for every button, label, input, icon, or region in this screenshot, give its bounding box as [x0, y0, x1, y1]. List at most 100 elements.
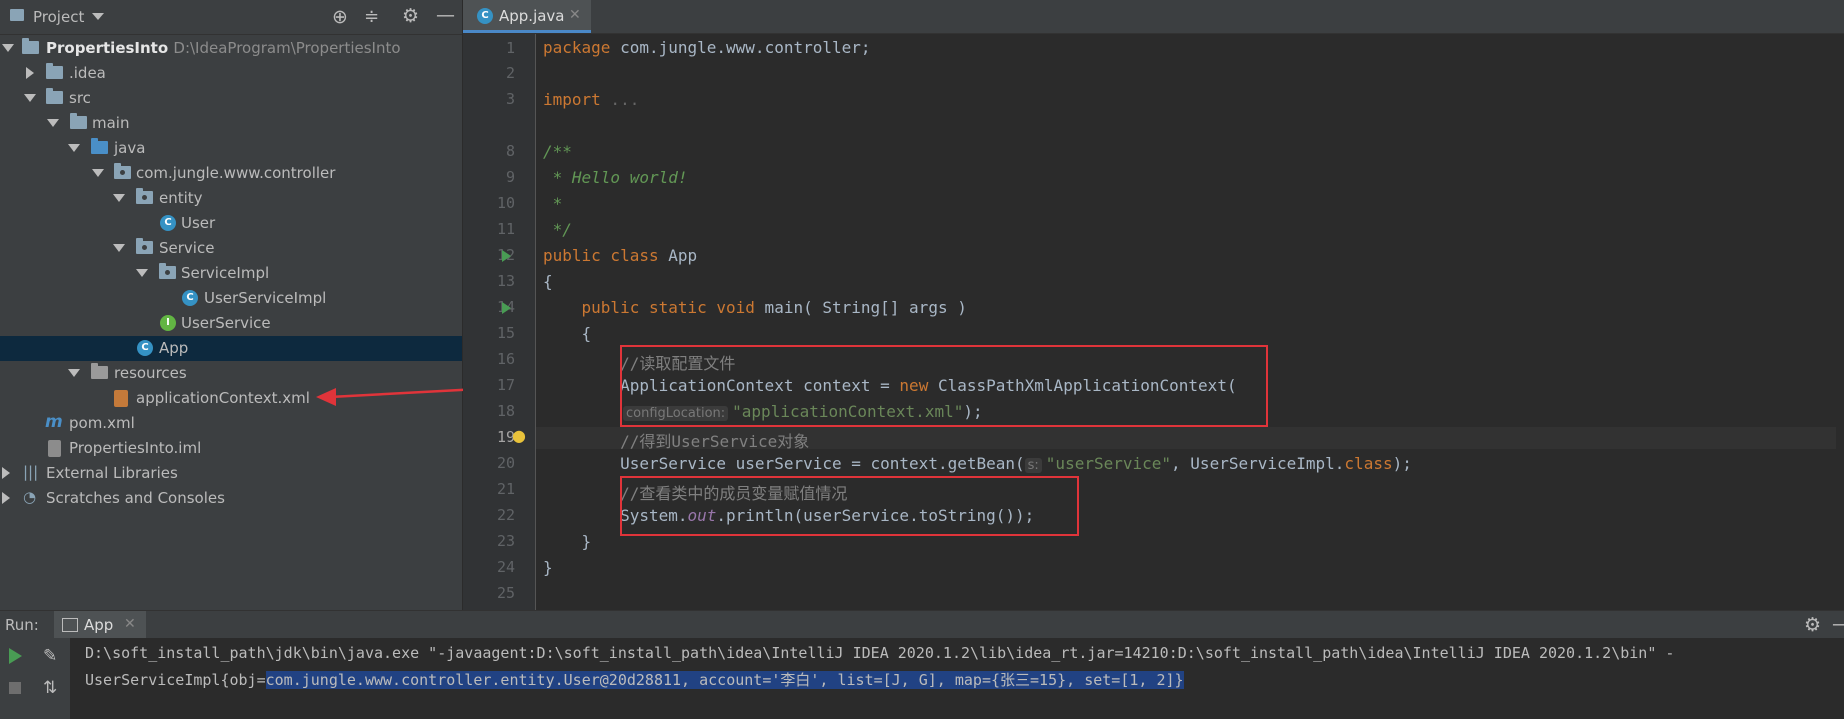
chevron-down-icon[interactable]	[92, 13, 104, 20]
console-line-1: D:\soft_install_path\jdk\bin\java.exe "-…	[85, 644, 1675, 662]
libraries-icon: |||	[23, 463, 39, 481]
class-icon: C	[182, 290, 198, 306]
expand-arrow-icon[interactable]	[47, 119, 59, 127]
tree-item-entity[interactable]: entity	[0, 186, 462, 211]
tree-item-userserviceimpl[interactable]: C UserServiceImpl	[0, 286, 462, 311]
code-line-12: public class App	[543, 246, 698, 265]
tree-item-pom[interactable]: m pom.xml	[0, 411, 462, 436]
code-line-19: //得到UserService对象	[543, 432, 810, 451]
gear-icon[interactable]: ⚙	[402, 5, 419, 27]
tab-label: App.java	[499, 7, 565, 25]
minimize-icon[interactable]: —	[436, 4, 455, 26]
runnable-class-icon: C	[137, 340, 153, 356]
expand-arrow-icon[interactable]	[68, 144, 80, 152]
code-line-11: */	[543, 220, 572, 239]
run-gutter-icon[interactable]	[502, 250, 511, 262]
line-number: 2	[505, 64, 515, 82]
collapse-all-icon[interactable]: ≑	[364, 6, 379, 27]
tree-item-userservice[interactable]: I UserService	[0, 311, 462, 336]
line-number: 1	[505, 39, 515, 57]
tree-item-app[interactable]: C App	[0, 336, 462, 361]
project-panel-title[interactable]: Project	[33, 8, 84, 26]
rerun-icon[interactable]	[9, 648, 22, 664]
tree-item-resources[interactable]: resources	[0, 361, 462, 386]
expand-arrow-icon[interactable]	[136, 269, 148, 277]
maven-icon: m	[45, 412, 63, 432]
source-folder-icon	[91, 138, 108, 154]
line-number: 16	[496, 350, 515, 368]
tree-item-label: pom.xml	[69, 414, 135, 432]
tree-item-label: main	[92, 114, 130, 132]
expand-arrow-icon[interactable]	[113, 244, 125, 252]
code-line-13: {	[543, 272, 553, 291]
tree-item-package[interactable]: com.jungle.www.controller	[0, 161, 462, 186]
line-number: 23	[496, 532, 515, 550]
project-folder-icon	[10, 9, 24, 21]
tree-item-label: .idea	[69, 64, 106, 82]
expand-arrow-icon[interactable]	[24, 94, 36, 102]
tree-item-label: com.jungle.www.controller	[136, 164, 336, 182]
tree-item-iml[interactable]: PropertiesInto.iml	[0, 436, 462, 461]
minimize-icon[interactable]: —	[1832, 613, 1844, 635]
tree-item-main[interactable]: main	[0, 111, 462, 136]
expand-arrow-icon[interactable]	[92, 169, 104, 177]
console-icon	[62, 618, 78, 632]
gear-icon[interactable]: ⚙	[1804, 614, 1821, 636]
module-file-icon	[48, 440, 61, 457]
tree-item-serviceimpl[interactable]: ServiceImpl	[0, 261, 462, 286]
line-number: 24	[496, 558, 515, 576]
tree-item-label: applicationContext.xml	[136, 389, 310, 407]
selected-text: com.jungle.www.controller.entity.User@20…	[265, 671, 1184, 689]
code-line-20: UserService userService = context.getBea…	[543, 454, 1412, 473]
line-number: 3	[505, 90, 515, 108]
tree-item-label: entity	[159, 189, 203, 207]
editor-tab-bar: C App.java ✕	[463, 0, 1844, 34]
line-number: 10	[496, 194, 515, 212]
tree-item-label: PropertiesInto	[46, 39, 169, 57]
run-tab-app[interactable]: App ✕	[54, 611, 146, 639]
tree-item-label: src	[69, 89, 91, 107]
stop-icon[interactable]	[9, 682, 21, 694]
tree-item-propertiesinto[interactable]: PropertiesInto D:\IdeaProgram\Properties…	[0, 36, 462, 61]
code-line-15: {	[543, 324, 592, 343]
sort-icon[interactable]: ⇅	[43, 678, 57, 698]
edit-config-icon[interactable]: ✎	[43, 646, 57, 666]
tree-item-external-libraries[interactable]: ||| External Libraries	[0, 461, 462, 486]
locate-icon[interactable]: ⊕	[332, 6, 348, 28]
project-panel: Project ⊕ ≑ ⚙ — PropertiesInto D:\IdeaPr…	[0, 0, 462, 610]
expand-arrow-icon[interactable]	[2, 492, 10, 504]
expand-arrow-icon[interactable]	[2, 467, 10, 479]
expand-arrow-icon[interactable]	[113, 194, 125, 202]
tree-item-scratches[interactable]: ◔ Scratches and Consoles	[0, 486, 462, 511]
resources-folder-icon	[91, 363, 108, 379]
close-icon[interactable]: ✕	[569, 7, 581, 23]
tree-item-label: java	[114, 139, 146, 157]
console-output[interactable]: D:\soft_install_path\jdk\bin\java.exe "-…	[0, 638, 1844, 719]
tree-item-user[interactable]: C User	[0, 211, 462, 236]
class-icon: C	[477, 8, 493, 24]
line-number: 15	[496, 324, 515, 342]
lightbulb-icon[interactable]: ●	[512, 426, 526, 445]
tree-item-label: resources	[114, 364, 187, 382]
folder-icon	[70, 113, 87, 129]
close-icon[interactable]: ✕	[124, 616, 136, 632]
line-number: 20	[496, 454, 515, 472]
expand-arrow-icon[interactable]	[68, 369, 80, 377]
line-number: 25	[496, 584, 515, 602]
tab-app-java[interactable]: C App.java ✕	[463, 0, 591, 33]
code-line-1: package com.jungle.www.controller;	[543, 38, 871, 57]
scratches-icon: ◔	[23, 488, 37, 506]
code-editor[interactable]: 1 2 3 8 9 10 11 12 13 14 15 16 17 18 19 …	[463, 34, 1844, 610]
expand-arrow-icon[interactable]	[26, 67, 34, 79]
tree-item-idea[interactable]: .idea	[0, 61, 462, 86]
tree-item-applicationcontext-xml[interactable]: applicationContext.xml	[0, 386, 462, 411]
tree-item-java[interactable]: java	[0, 136, 462, 161]
tree-item-label: External Libraries	[46, 464, 178, 482]
tree-item-service[interactable]: Service	[0, 236, 462, 261]
expand-arrow-icon[interactable]	[2, 44, 14, 52]
project-panel-header: Project ⊕ ≑ ⚙ —	[0, 0, 462, 35]
tree-item-src[interactable]: src	[0, 86, 462, 111]
line-number: 19	[496, 428, 515, 446]
interface-icon: I	[160, 315, 176, 331]
run-gutter-icon[interactable]	[502, 302, 511, 314]
